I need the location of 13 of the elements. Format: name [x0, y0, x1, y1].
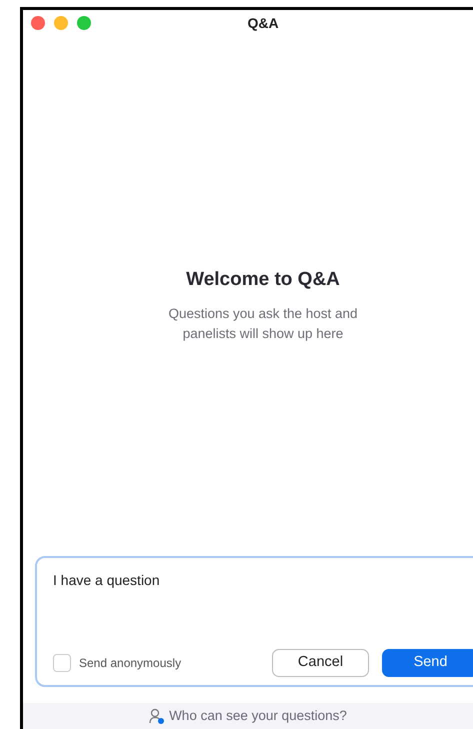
question-field[interactable]: I have a question Send anonymously Cancel Send — [35, 556, 473, 687]
cancel-button[interactable]: Cancel — [272, 649, 369, 677]
close-button[interactable] — [31, 16, 45, 30]
anonymous-checkbox[interactable] — [53, 654, 71, 672]
visibility-link[interactable]: Who can see your questions? — [149, 706, 347, 726]
zoom-button[interactable] — [77, 16, 91, 30]
minimize-button[interactable] — [54, 16, 68, 30]
anonymous-label: Send anonymously — [79, 655, 182, 672]
window-title: Q&A — [247, 14, 279, 33]
welcome-subtitle: Questions you ask the host and panelists will show up here — [167, 304, 359, 343]
send-button[interactable]: Send — [382, 649, 473, 677]
person-icon — [149, 708, 166, 725]
welcome-title: Welcome to Q&A — [186, 268, 340, 292]
